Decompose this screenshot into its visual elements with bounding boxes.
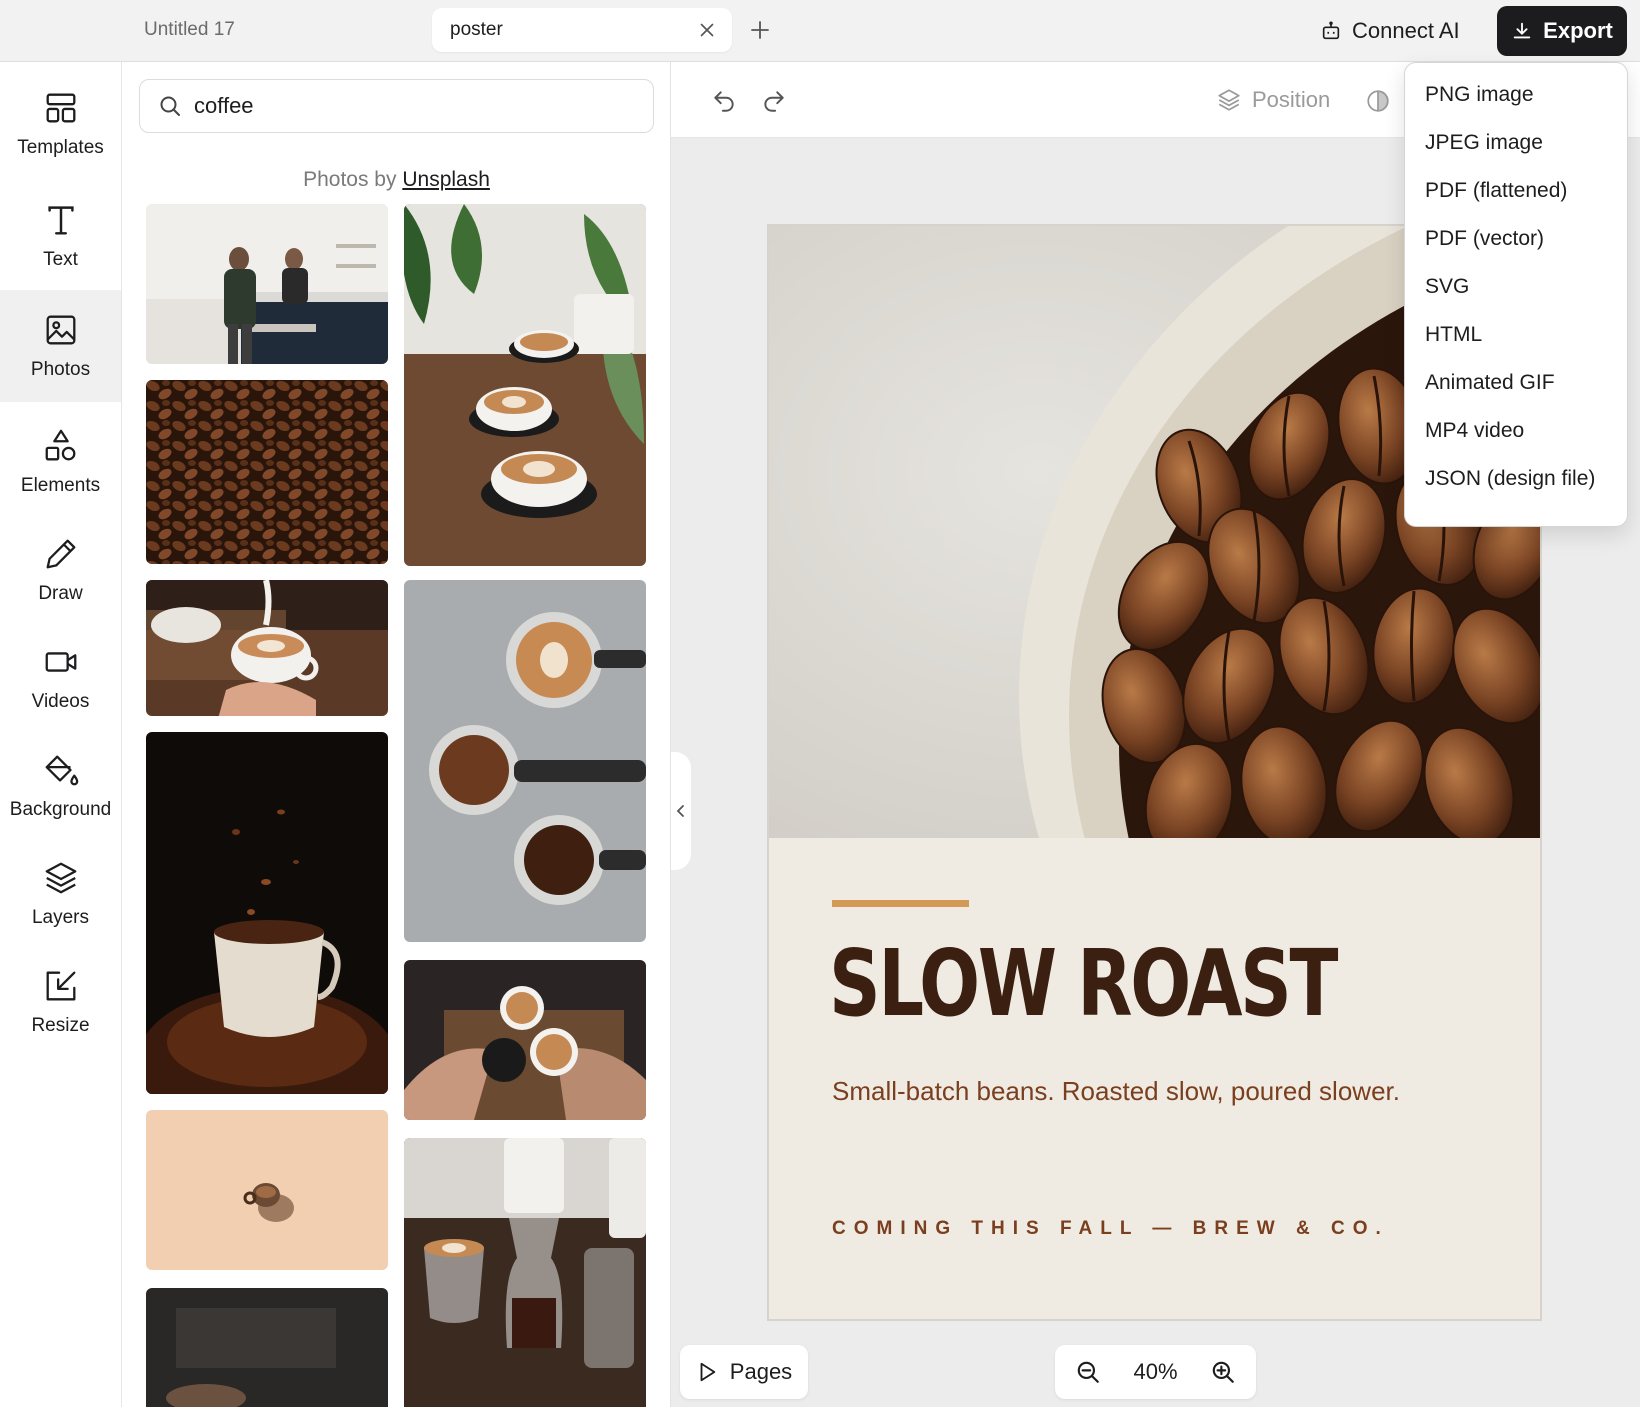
rail-label: Layers [31, 907, 90, 928]
export-option-json[interactable]: JSON (design file) [1405, 456, 1627, 502]
photo-thumbnail[interactable] [404, 1138, 646, 1407]
export-option-mp4[interactable]: MP4 video [1405, 408, 1627, 454]
rail-item-draw[interactable]: Draw [0, 514, 121, 626]
redo-icon[interactable] [761, 88, 787, 114]
tab-label: poster [450, 19, 503, 40]
photo-thumbnail[interactable] [146, 1288, 388, 1407]
templates-icon [46, 93, 75, 123]
photo-thumbnail[interactable] [146, 204, 388, 364]
rail-label: Background [9, 799, 112, 820]
pages-label: Pages [729, 1359, 793, 1384]
rail-item-videos[interactable]: Videos [0, 622, 121, 734]
layers-icon [1218, 89, 1240, 111]
export-option-pdf-vector[interactable]: PDF (vector) [1405, 216, 1627, 262]
undo-icon[interactable] [711, 88, 737, 114]
unsplash-link[interactable]: Unsplash [402, 168, 490, 191]
zoom-control: 40% [1055, 1345, 1256, 1399]
top-bar: Untitled 17 poster Connect AI Export [0, 0, 1640, 62]
download-icon [1513, 22, 1531, 39]
tab-untitled-17[interactable]: Untitled 17 [120, 8, 420, 52]
tab-poster[interactable]: poster [432, 8, 732, 52]
tab-label: Untitled 17 [144, 19, 235, 40]
photo-thumbnail[interactable] [146, 580, 388, 716]
play-icon [700, 1362, 716, 1382]
position-label: Position [1252, 87, 1331, 112]
pencil-icon [46, 539, 75, 569]
photo-thumbnail[interactable] [404, 960, 646, 1120]
rail-item-layers[interactable]: Layers [0, 838, 121, 950]
elements-icon [45, 429, 75, 461]
export-button[interactable]: Export [1497, 6, 1627, 56]
export-option-gif[interactable]: Animated GIF [1405, 360, 1627, 406]
export-option-html[interactable]: HTML [1405, 312, 1627, 358]
rail-label: Elements [20, 475, 101, 496]
photo-thumbnail[interactable] [146, 380, 388, 564]
rail-item-resize[interactable]: Resize [0, 946, 121, 1058]
rail-label: Resize [31, 1015, 90, 1036]
robot-icon [1322, 21, 1340, 40]
close-icon[interactable] [696, 19, 718, 41]
rail-label: Videos [31, 691, 90, 712]
export-option-png[interactable]: PNG image [1405, 72, 1627, 118]
accent-bar [832, 900, 969, 907]
zoom-in-icon[interactable] [1210, 1359, 1236, 1385]
rail-item-text[interactable]: Text [0, 180, 121, 292]
connect-ai-button[interactable]: Connect AI [1320, 12, 1460, 50]
resize-icon [46, 971, 75, 1001]
export-label: Export [1543, 18, 1613, 43]
rail-label: Templates [17, 137, 104, 158]
collapse-panel-handle[interactable] [671, 752, 691, 870]
pages-button[interactable]: Pages [680, 1345, 808, 1399]
export-option-svg[interactable]: SVG [1405, 264, 1627, 310]
rail-label: Photos [30, 359, 91, 380]
search-icon [160, 96, 180, 116]
position-button[interactable]: Position [1216, 82, 1330, 118]
rail-item-templates[interactable]: Templates [0, 68, 121, 180]
paint-bucket-icon [45, 755, 78, 786]
export-option-jpeg[interactable]: JPEG image [1405, 120, 1627, 166]
photo-thumbnail[interactable] [404, 580, 646, 942]
photo-credit: Photos by Unsplash [122, 168, 670, 192]
rail-label: Text [43, 249, 78, 270]
tool-rail: Templates Text Photos Elements Draw Vide… [0, 62, 122, 1407]
poster-headline[interactable]: SLOW ROAST [829, 930, 1338, 1037]
layers-icon [45, 862, 76, 894]
opacity-icon[interactable] [1365, 88, 1391, 114]
photo-thumbnail[interactable] [146, 1110, 388, 1270]
search-input[interactable] [194, 93, 614, 119]
connect-ai-label: Connect AI [1352, 18, 1460, 43]
poster-footer[interactable]: COMING THIS FALL — BREW & CO. [832, 1218, 1389, 1240]
search-box[interactable] [139, 79, 654, 133]
export-menu: PNG image JPEG image PDF (flattened) PDF… [1404, 62, 1628, 527]
video-icon [45, 652, 76, 672]
photo-thumbnail[interactable] [146, 732, 388, 1094]
rail-item-elements[interactable]: Elements [0, 406, 121, 518]
poster-tagline[interactable]: Small-batch beans. Roasted slow, poured … [832, 1076, 1400, 1107]
export-option-pdf-flattened[interactable]: PDF (flattened) [1405, 168, 1627, 214]
photos-icon [46, 315, 75, 345]
chevron-left-icon [676, 805, 684, 817]
text-icon [47, 206, 74, 235]
rail-item-photos[interactable]: Photos [0, 290, 121, 402]
photo-thumbnail[interactable] [404, 204, 646, 566]
credit-prefix: Photos by [303, 168, 397, 191]
rail-item-background[interactable]: Background [0, 730, 121, 842]
plus-icon[interactable] [748, 18, 772, 42]
photos-panel: Photos by Unsplash [122, 62, 671, 1407]
rail-label: Draw [38, 583, 83, 604]
zoom-out-icon[interactable] [1075, 1359, 1101, 1385]
